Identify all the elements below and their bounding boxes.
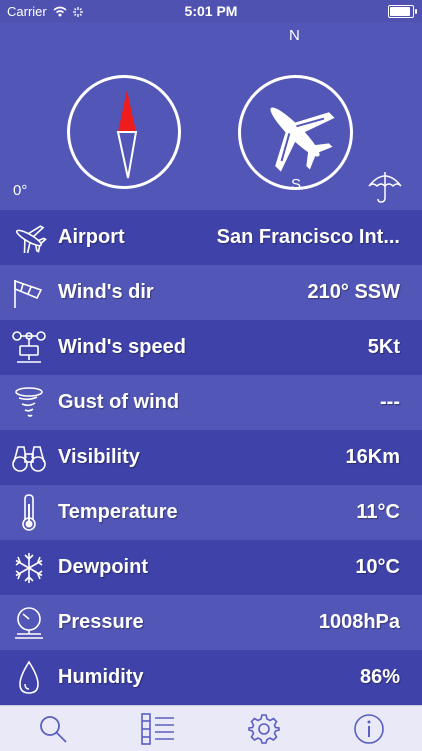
row-label: Humidity — [58, 666, 360, 689]
north-label: N — [289, 27, 300, 44]
status-bar: Carrier 5:01 PM — [0, 0, 422, 22]
heading-label: 0° — [13, 182, 27, 199]
tab-settings[interactable] — [211, 706, 317, 751]
row-value: 86% — [360, 666, 422, 689]
battery-icon — [388, 5, 414, 18]
row-value: 210° SSW — [308, 281, 422, 304]
compass-needle-icon — [70, 78, 178, 186]
search-icon[interactable] — [38, 714, 68, 744]
tab-list[interactable] — [106, 706, 212, 751]
airplane-icon — [241, 78, 350, 187]
list-item-wind-dir[interactable]: Wind's dir 210° SSW — [0, 265, 422, 320]
tab-search[interactable] — [0, 706, 106, 751]
row-label: Airport — [58, 226, 217, 249]
weather-list: Airport San Francisco Int... Wind's dir … — [0, 210, 422, 705]
windsock-icon — [11, 276, 47, 310]
row-label: Wind's dir — [58, 281, 308, 304]
list-item-gust[interactable]: Gust of wind --- — [0, 375, 422, 430]
row-label: Visibility — [58, 446, 346, 469]
south-label: S — [291, 176, 301, 193]
compass-dial — [67, 75, 181, 189]
row-value: 5Kt — [368, 336, 422, 359]
barometer-icon — [11, 606, 47, 640]
list-item-dewpoint[interactable]: Dewpoint 10°C — [0, 540, 422, 595]
droplet-icon — [16, 660, 42, 696]
row-value: 1008hPa — [319, 611, 422, 634]
clock: 5:01 PM — [0, 3, 422, 19]
list-item-temperature[interactable]: Temperature 11°C — [0, 485, 422, 540]
row-value: 10°C — [355, 556, 422, 579]
row-label: Temperature — [58, 501, 356, 524]
row-label: Wind's speed — [58, 336, 368, 359]
umbrella-icon[interactable] — [367, 170, 403, 204]
snowflake-icon — [12, 551, 46, 585]
header-panel: N S 0° — [0, 22, 422, 210]
row-value: San Francisco Int... — [217, 226, 422, 249]
airplane-icon — [11, 223, 47, 253]
thermometer-icon — [17, 494, 41, 532]
tab-info[interactable] — [317, 706, 422, 751]
anemometer-icon — [11, 330, 47, 366]
binoculars-icon — [11, 442, 47, 474]
airplane-dial — [238, 75, 353, 190]
list-item-airport[interactable]: Airport San Francisco Int... — [0, 210, 422, 265]
list-item-pressure[interactable]: Pressure 1008hPa — [0, 595, 422, 650]
list-item-wind-speed[interactable]: Wind's speed 5Kt — [0, 320, 422, 375]
list-item-humidity[interactable]: Humidity 86% — [0, 650, 422, 705]
row-value: --- — [380, 391, 422, 414]
gear-icon[interactable] — [248, 713, 280, 745]
info-icon[interactable] — [353, 713, 385, 745]
row-label: Pressure — [58, 611, 319, 634]
row-value: 16Km — [346, 446, 422, 469]
tornado-icon — [11, 386, 47, 420]
row-value: 11°C — [356, 501, 422, 524]
row-label: Gust of wind — [58, 391, 380, 414]
list-item-visibility[interactable]: Visibility 16Km — [0, 430, 422, 485]
row-label: Dewpoint — [58, 556, 355, 579]
tab-bar — [0, 705, 422, 751]
list-icon[interactable] — [141, 713, 175, 745]
